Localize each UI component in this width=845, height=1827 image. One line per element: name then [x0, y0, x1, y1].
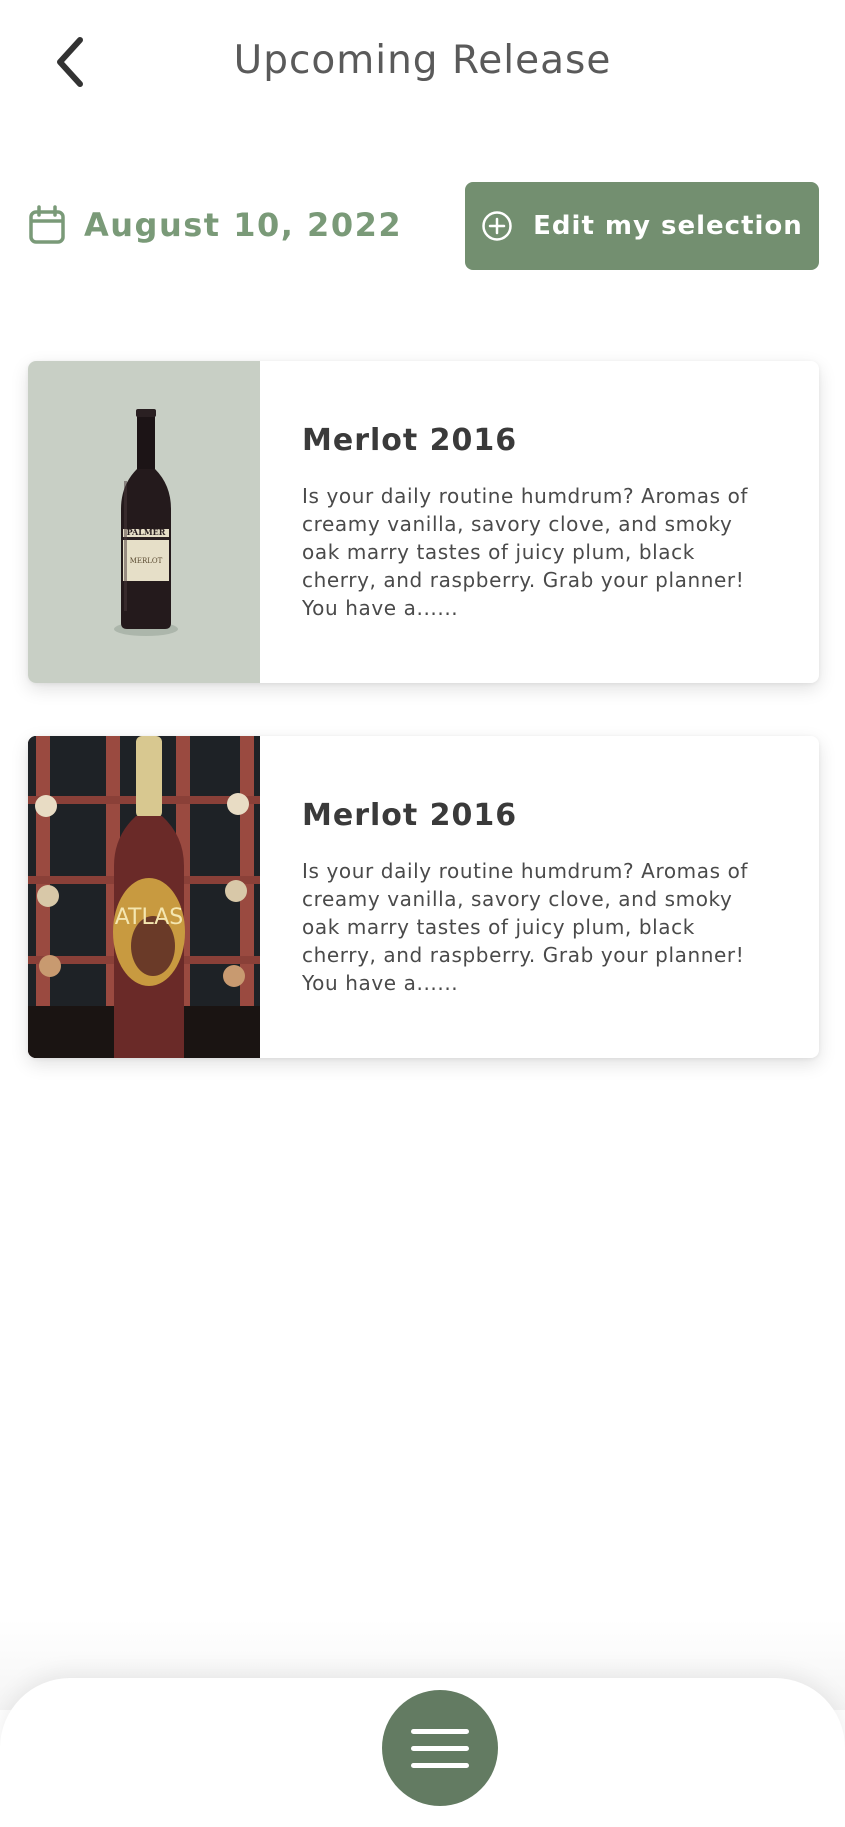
bottle-label-brand: PALMER — [127, 527, 166, 537]
wine-title: Merlot 2016 — [302, 423, 518, 458]
bottle-label-variety: MERLOT — [130, 557, 163, 565]
wine-card-body: Merlot 2016 Is your daily routine humdru… — [260, 361, 816, 683]
wine-card-body: Merlot 2016 Is your daily routine humdru… — [260, 736, 816, 1058]
edit-selection-button[interactable]: Edit my selection — [465, 182, 819, 270]
header: Upcoming Release — [0, 0, 845, 130]
bottle-label-brand: ATLAS — [115, 905, 184, 930]
release-date-text: August 10, 2022 — [84, 206, 403, 244]
wine-bottle-photo: PALMER MERLOT — [28, 361, 260, 683]
wine-description: Is your daily routine humdrum? Aromas of… — [302, 484, 749, 620]
page-title: Upcoming Release — [233, 38, 612, 83]
hamburger-menu-icon-line — [411, 1762, 469, 1768]
hamburger-menu-icon — [411, 1728, 469, 1734]
wine-card[interactable]: ATLAS Merlot 2016 Is your daily routine … — [28, 736, 819, 1058]
wine-title: Merlot 2016 — [302, 798, 518, 833]
wine-card[interactable]: PALMER MERLOT Merlot 2016 Is your daily … — [28, 361, 819, 683]
edit-selection-label: Edit my selection — [533, 211, 803, 241]
menu-button[interactable] — [382, 1690, 498, 1806]
hamburger-menu-icon-line — [411, 1745, 469, 1751]
release-date: August 10, 2022 — [28, 205, 402, 245]
plus-circle-icon — [482, 211, 512, 241]
wine-description: Is your daily routine humdrum? Aromas of… — [302, 859, 749, 995]
calendar-icon — [29, 205, 65, 244]
wine-rack-photo: ATLAS — [28, 736, 260, 1058]
